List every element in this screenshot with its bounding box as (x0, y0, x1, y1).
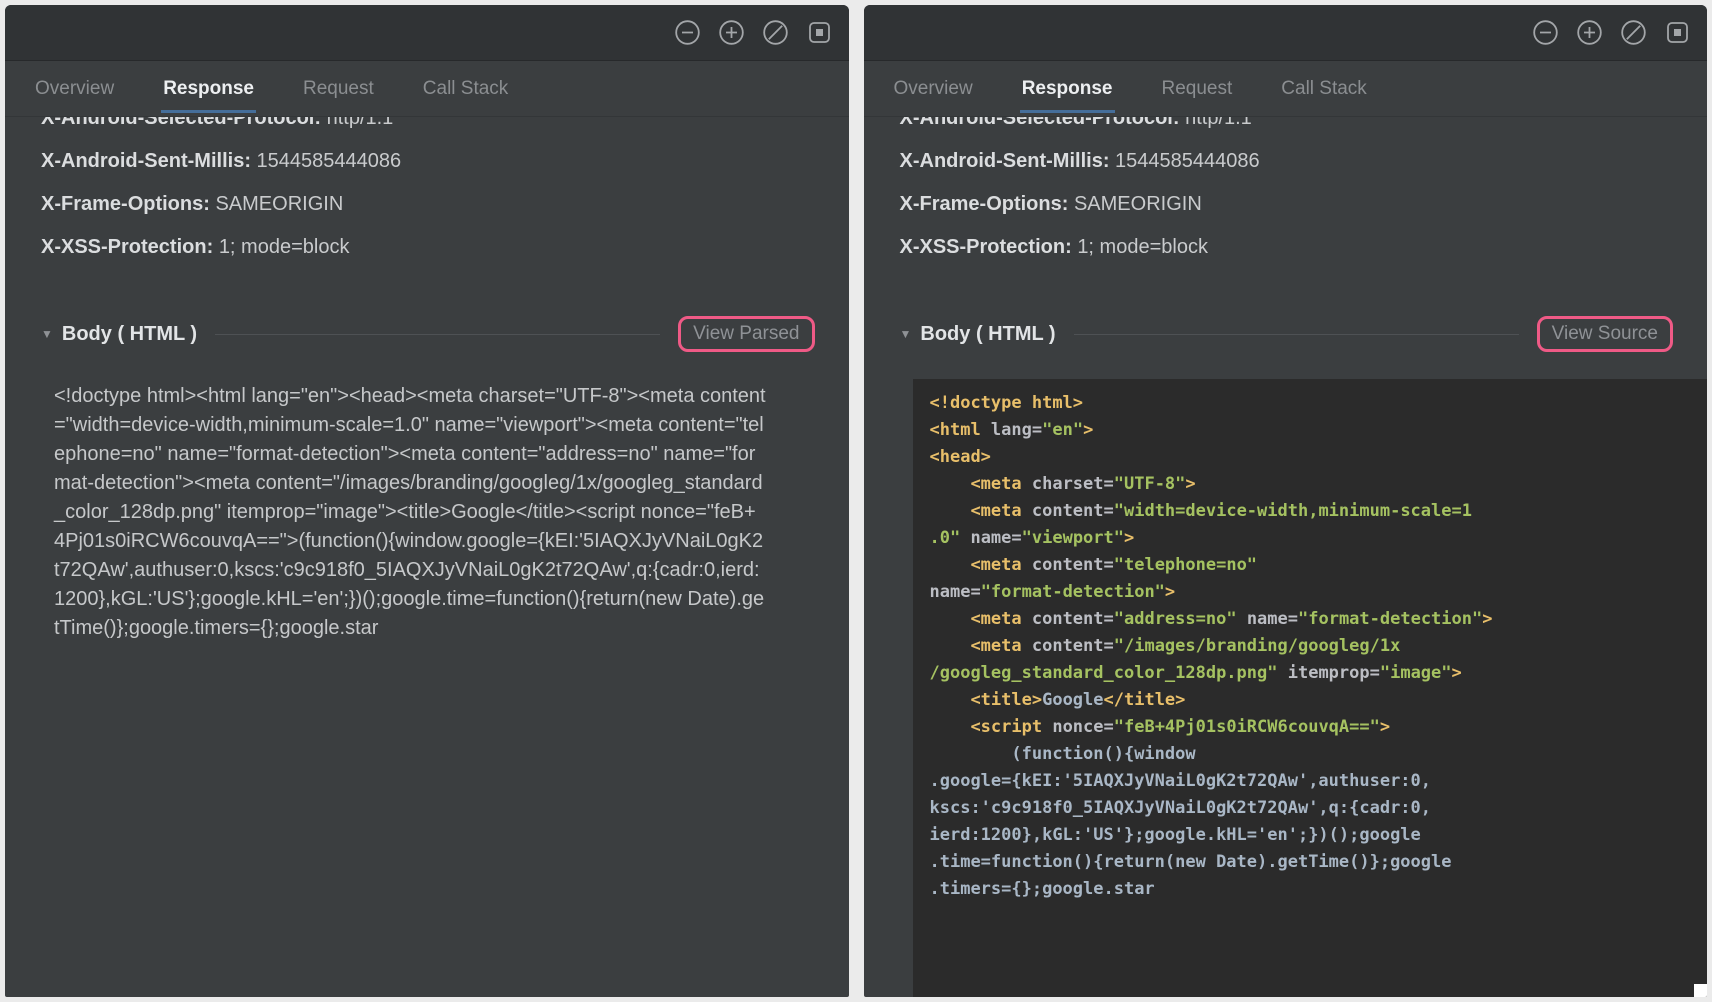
tab-request[interactable]: Request (1162, 61, 1233, 116)
header-row: X-Frame-Options: SAMEORIGIN (41, 191, 815, 217)
view-source-highlight: View Source (1537, 316, 1673, 352)
zoom-out-icon[interactable] (1532, 19, 1559, 46)
section-divider (1074, 334, 1519, 335)
header-row: X-XSS-Protection: 1; mode=block (41, 234, 815, 260)
split-view: Overview Response Request Call Stack X-A… (0, 0, 1712, 1002)
response-content-right: X-Android-Selected-Protocol: http/1.1 X-… (864, 117, 1708, 997)
header-value: 1544585444086 (1115, 150, 1260, 172)
collapse-caret-icon[interactable]: ▼ (900, 327, 912, 341)
header-name: X-Android-Selected-Protocol: (41, 117, 321, 129)
tab-overview[interactable]: Overview (35, 61, 114, 116)
tab-call-stack[interactable]: Call Stack (423, 61, 509, 116)
response-headers-list: X-Android-Selected-Protocol: http/1.1 X-… (41, 117, 815, 277)
zoom-out-icon[interactable] (674, 19, 701, 46)
response-body-source-code: <!doctype html><html lang="en"><head> <m… (913, 379, 1708, 997)
body-section-label: Body ( HTML ) (920, 323, 1055, 346)
header-name: X-Android-Sent-Millis: (900, 150, 1110, 172)
body-section-header: ▼ Body ( HTML ) View Parsed (41, 311, 815, 357)
header-name: X-XSS-Protection: (900, 236, 1072, 258)
section-divider (215, 334, 660, 335)
code-line: <title>Google</title> (930, 687, 1702, 714)
code-line: /googleg_standard_color_128dp.png" itemp… (930, 660, 1702, 687)
header-value: SAMEORIGIN (215, 193, 343, 215)
header-name: X-Android-Sent-Millis: (41, 150, 251, 172)
zoom-to-fit-icon[interactable] (806, 19, 833, 46)
header-row: X-Android-Selected-Protocol: http/1.1 (41, 117, 815, 131)
response-body-parsed-text: <!doctype html><html lang="en"><head><me… (54, 382, 766, 643)
view-source-button[interactable]: View Source (1552, 323, 1658, 344)
body-section-label: Body ( HTML ) (62, 323, 197, 346)
response-content-left: X-Android-Selected-Protocol: http/1.1 X-… (5, 117, 849, 997)
code-line: <meta content="telephone=no" (930, 552, 1702, 579)
network-inspector-panel-left: Overview Response Request Call Stack X-A… (5, 5, 849, 997)
zoom-in-icon[interactable] (718, 19, 745, 46)
header-row: X-Android-Sent-Millis: 1544585444086 (900, 148, 1674, 174)
header-value: 1544585444086 (257, 150, 402, 172)
tab-bar-right: Overview Response Request Call Stack (864, 61, 1708, 117)
zoom-in-icon[interactable] (1576, 19, 1603, 46)
code-line: ierd:1200},kGL:'US'};google.kHL='en';})(… (930, 822, 1702, 849)
header-name: X-XSS-Protection: (41, 236, 213, 258)
header-name: X-Android-Selected-Protocol: (900, 117, 1180, 129)
header-row: X-XSS-Protection: 1; mode=block (900, 234, 1674, 260)
body-section-header: ▼ Body ( HTML ) View Source (900, 311, 1674, 357)
tab-bar-left: Overview Response Request Call Stack (5, 61, 849, 117)
reset-zoom-icon[interactable] (1620, 19, 1647, 46)
code-line: <meta content="width=device-width,minimu… (930, 498, 1702, 525)
header-row: X-Android-Sent-Millis: 1544585444086 (41, 148, 815, 174)
header-name: X-Frame-Options: (41, 193, 210, 215)
collapse-caret-icon[interactable]: ▼ (41, 327, 53, 341)
header-value: http/1.1 (327, 117, 394, 129)
header-name: X-Frame-Options: (900, 193, 1069, 215)
header-value: 1; mode=block (1077, 236, 1208, 258)
header-value: http/1.1 (1185, 117, 1252, 129)
code-line: <script nonce="feB+4Pj01s0iRCW6couvqA=="… (930, 714, 1702, 741)
code-line: .0" name="viewport"> (930, 525, 1702, 552)
code-line: <!doctype html> (930, 390, 1702, 417)
code-line: name="format-detection"> (930, 579, 1702, 606)
view-parsed-button[interactable]: View Parsed (693, 323, 799, 344)
network-inspector-panel-right: Overview Response Request Call Stack X-A… (864, 5, 1708, 997)
view-parsed-highlight: View Parsed (678, 316, 814, 352)
header-row: X-Android-Selected-Protocol: http/1.1 (900, 117, 1674, 131)
code-line: kscs:'c9c918f0_5IAQXJyVNaiL0gK2t72QAw',q… (930, 795, 1702, 822)
header-row: X-Frame-Options: SAMEORIGIN (900, 191, 1674, 217)
tab-response[interactable]: Response (1022, 61, 1113, 116)
reset-zoom-icon[interactable] (762, 19, 789, 46)
tab-call-stack[interactable]: Call Stack (1281, 61, 1367, 116)
tab-request[interactable]: Request (303, 61, 374, 116)
tab-response[interactable]: Response (163, 61, 254, 116)
code-line: .google={kEI:'5IAQXJyVNaiL0gK2t72QAw',au… (930, 768, 1702, 795)
tab-overview[interactable]: Overview (894, 61, 973, 116)
header-value: SAMEORIGIN (1074, 193, 1202, 215)
header-value: 1; mode=block (219, 236, 350, 258)
code-line: .timers={};google.star (930, 876, 1702, 903)
toolbar-left (5, 5, 849, 61)
code-line: <html lang="en"> (930, 417, 1702, 444)
code-line: (function(){window (930, 741, 1702, 768)
code-line: <meta content="address=no" name="format-… (930, 606, 1702, 633)
code-line: <head> (930, 444, 1702, 471)
scrollbar-corner (1694, 984, 1707, 997)
response-headers-list: X-Android-Selected-Protocol: http/1.1 X-… (900, 117, 1674, 277)
code-line: .time=function(){return(new Date).getTim… (930, 849, 1702, 876)
code-line: <meta content="/images/branding/googleg/… (930, 633, 1702, 660)
toolbar-right (864, 5, 1708, 61)
code-line: <meta charset="UTF-8"> (930, 471, 1702, 498)
zoom-to-fit-icon[interactable] (1664, 19, 1691, 46)
